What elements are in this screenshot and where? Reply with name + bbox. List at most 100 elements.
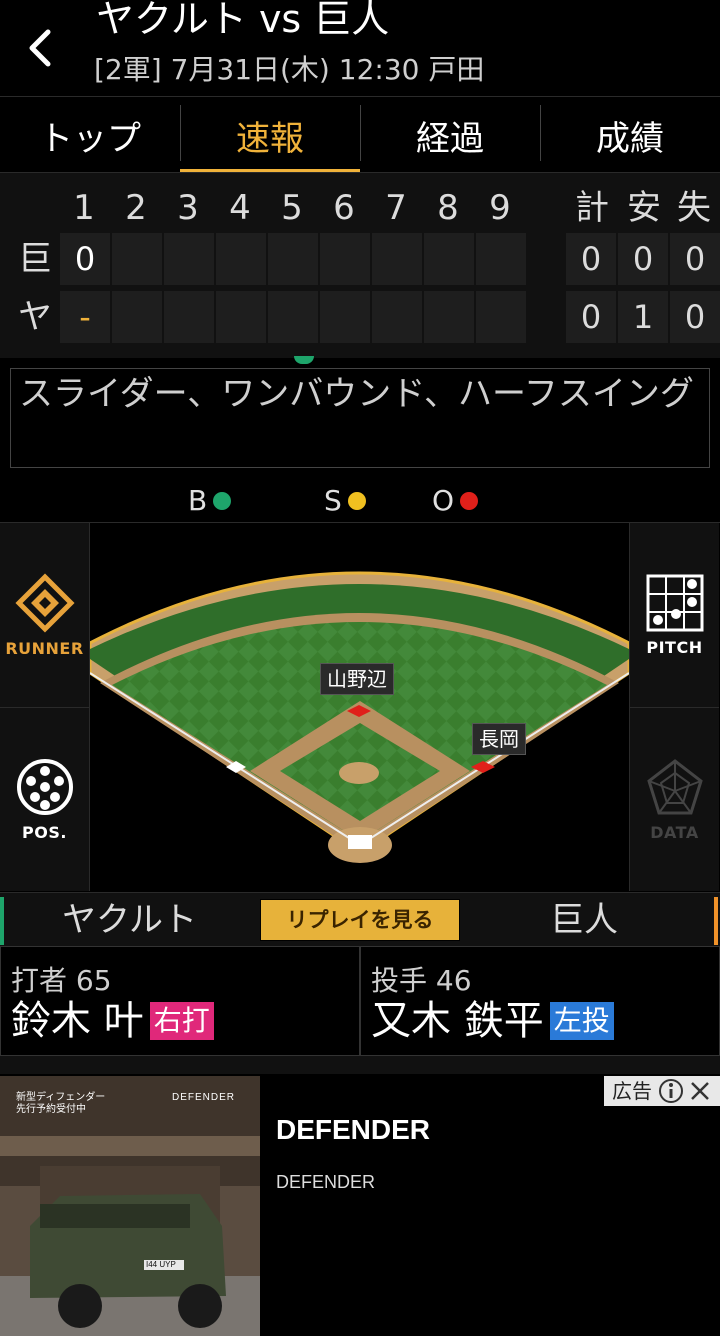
replay-button[interactable]: リプレイを見る: [260, 899, 460, 941]
strike-count: S: [324, 484, 366, 518]
fielder-label: 長岡: [472, 723, 526, 755]
inning-header: 1: [73, 188, 95, 228]
game-info: [2軍] 7月31日(木) 12:30 戸田: [94, 53, 485, 86]
pitch-label: PITCH: [646, 637, 703, 657]
inning-score: -: [60, 291, 110, 343]
tab-stats[interactable]: 成績: [540, 97, 720, 173]
ad-title[interactable]: DEFENDER: [276, 1114, 430, 1146]
positions-label: POS.: [22, 823, 67, 842]
close-icon[interactable]: [688, 1079, 712, 1103]
right-team-name[interactable]: 巨人: [550, 893, 618, 947]
inning-score: [164, 291, 214, 343]
ad-image-brand: DEFENDER: [172, 1092, 236, 1103]
out-indicator: [460, 492, 479, 510]
pitch-grid-icon: [646, 574, 703, 631]
throwing-hand-badge: 左投: [549, 1002, 614, 1040]
batter-name-row: 鈴木 叶 右打: [11, 999, 214, 1043]
ad-badge-label: 広告: [612, 1079, 652, 1103]
pitcher-name: 又木 鉄平: [371, 998, 544, 1044]
total-errors: 0: [670, 233, 720, 285]
ad-subtitle: DEFENDER: [276, 1172, 376, 1192]
total-hits: 1: [618, 291, 668, 343]
tab-top[interactable]: トップ: [0, 97, 180, 173]
team-abbr-giants: 巨: [18, 239, 52, 279]
tab-bar: トップ 速報 経過 成績: [0, 96, 720, 173]
runner-button[interactable]: RUNNER: [0, 523, 90, 707]
baseball-field: [90, 571, 629, 863]
pitcher-card[interactable]: 投手 46 又木 鉄平 左投: [360, 946, 720, 1056]
inning-header: 3: [177, 188, 199, 228]
play-comment: スライダー、ワンバウンド、ハーフスイング: [10, 368, 710, 468]
data-button[interactable]: DATA: [629, 707, 719, 891]
inning-score: [112, 233, 162, 285]
inning-header: 8: [437, 188, 459, 228]
runner-diamond-icon: [14, 572, 75, 633]
pitch-button[interactable]: PITCH: [629, 523, 719, 707]
team-color-marker: [0, 897, 4, 945]
strike-indicator: [347, 492, 366, 510]
inning-score: [320, 291, 370, 343]
inning-score: [424, 291, 474, 343]
inning-score: [424, 233, 474, 285]
page-title: ヤクルト vs 巨人: [96, 0, 390, 41]
player-panel: 打者 65 鈴木 叶 右打 投手 46 又木 鉄平 左投: [0, 946, 720, 1056]
inning-score: [372, 291, 422, 343]
comment-marker: [294, 356, 314, 364]
inning-header: 6: [333, 188, 355, 228]
inning-score: [476, 291, 526, 343]
ad-image[interactable]: 新型ディフェンダー 先行予約受付中 DEFENDER I44 UYP: [0, 1076, 260, 1336]
scoreboard: 1 2 3 4 5 6 7 8 9 計 安 失 巨 0 0 0 0 ヤ - 0 …: [0, 172, 720, 358]
ad-badge[interactable]: 広告: [604, 1076, 720, 1106]
radar-chart-icon: [646, 759, 703, 815]
team-bar: ヤクルト リプレイを見る 巨人: [0, 892, 720, 946]
inning-score: 0: [60, 233, 110, 285]
inning-header: 7: [385, 188, 407, 228]
inning-score: [320, 233, 370, 285]
tab-live[interactable]: 速報: [180, 97, 360, 173]
data-label: DATA: [650, 823, 699, 842]
pitcher-role: 投手 46: [371, 964, 472, 997]
field-panel: RUNNER POS. 山野辺 長岡 PITCH DATA: [0, 522, 720, 891]
runner-label: RUNNER: [5, 638, 84, 658]
inning-header: 2: [125, 188, 147, 228]
batter-role: 打者 65: [11, 964, 112, 997]
team-color-marker: [714, 897, 718, 945]
total-errors: 0: [670, 291, 720, 343]
batter-name: 鈴木 叶: [11, 998, 144, 1044]
home-plate: [348, 835, 372, 849]
total-runs-header: 計: [575, 188, 609, 228]
fielder-label: 山野辺: [320, 663, 394, 695]
back-icon[interactable]: [22, 24, 62, 72]
total-runs: 0: [566, 233, 616, 285]
inning-header: 9: [489, 188, 511, 228]
inning-score: [268, 291, 318, 343]
inning-header: 5: [281, 188, 303, 228]
ball-count: B: [188, 484, 232, 518]
pitcher-name-row: 又木 鉄平 左投: [371, 999, 614, 1043]
divider: [0, 1056, 720, 1074]
strike-label: S: [324, 484, 342, 517]
out-label: O: [432, 484, 455, 517]
batter-card[interactable]: 打者 65 鈴木 叶 右打: [0, 946, 360, 1056]
hits-header: 安: [627, 188, 661, 228]
ad-info-icon[interactable]: [658, 1078, 684, 1104]
ad-banner[interactable]: 新型ディフェンダー 先行予約受付中 DEFENDER I44 UYP DEFEN…: [0, 1076, 720, 1336]
tab-progress[interactable]: 経過: [360, 97, 540, 173]
total-runs: 0: [566, 291, 616, 343]
inning-header: 4: [229, 188, 251, 228]
inning-score: [372, 233, 422, 285]
inning-score: [216, 291, 266, 343]
header: ヤクルト vs 巨人 [2軍] 7月31日(木) 12:30 戸田: [0, 0, 720, 96]
ad-image-text: 新型ディフェンダー 先行予約受付中: [16, 1092, 106, 1115]
team-abbr-swallows: ヤ: [18, 297, 52, 337]
inning-score: [112, 291, 162, 343]
left-team-name[interactable]: ヤクルト: [62, 893, 197, 947]
inning-score: [268, 233, 318, 285]
license-plate: I44 UYP: [146, 1260, 176, 1269]
inning-score: [476, 233, 526, 285]
total-hits: 0: [618, 233, 668, 285]
errors-header: 失: [677, 188, 711, 228]
inning-score: [216, 233, 266, 285]
ball-label: B: [188, 484, 208, 517]
positions-button[interactable]: POS.: [0, 707, 90, 891]
